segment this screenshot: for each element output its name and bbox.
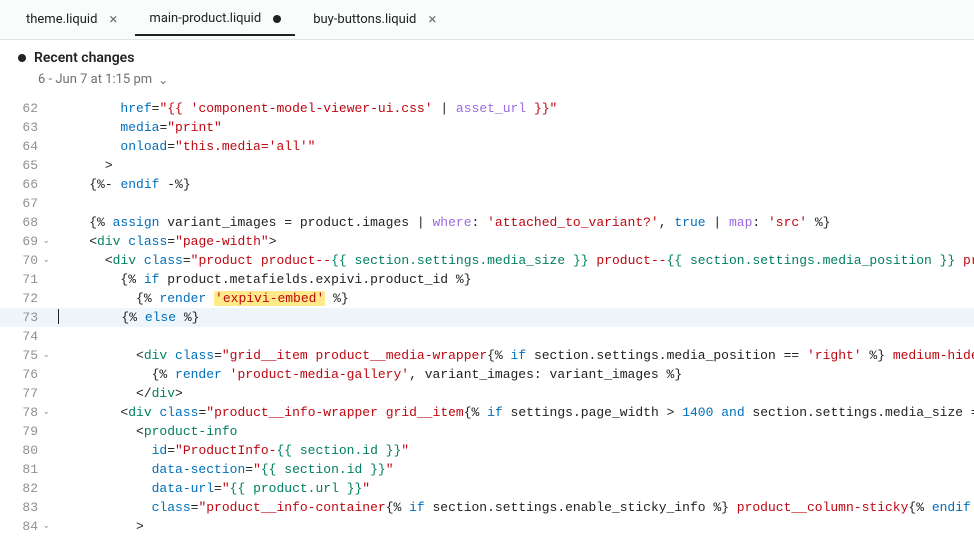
code-line[interactable]: 80 id="ProductInfo-{{ section.id }}" (0, 441, 974, 460)
line-number: 67 (0, 194, 48, 213)
line-number: 78⌄ (0, 403, 48, 422)
code-line[interactable]: 62 href="{{ 'component-model-viewer-ui.c… (0, 99, 974, 118)
bullet-icon (18, 54, 26, 62)
tab-label: main-product.liquid (149, 11, 261, 26)
tab-bar: theme.liquid × main-product.liquid buy-b… (0, 0, 974, 40)
code-line[interactable]: 84⌄ > (0, 517, 974, 536)
line-number: 82 (0, 479, 48, 498)
line-number: 63 (0, 118, 48, 137)
code-line[interactable]: 75⌄ <div class="grid__item product__medi… (0, 346, 974, 365)
line-number: 77 (0, 384, 48, 403)
fold-icon[interactable]: ⌄ (42, 517, 50, 536)
fold-icon[interactable]: ⌄ (42, 403, 50, 422)
line-number: 66 (0, 175, 48, 194)
line-number: 76 (0, 365, 48, 384)
highlighted-text: 'expivi-embed' (214, 291, 325, 306)
line-number: 84⌄ (0, 517, 48, 536)
line-number: 75⌄ (0, 346, 48, 365)
line-number: 80 (0, 441, 48, 460)
code-line[interactable]: 68 {% assign variant_images = product.im… (0, 213, 974, 232)
line-number: 70⌄ (0, 251, 48, 270)
line-number: 83 (0, 498, 48, 517)
line-number: 71 (0, 270, 48, 289)
version-selector[interactable]: 6 - Jun 7 at 1:15 pm ⌄ (18, 66, 956, 95)
code-line[interactable]: 76 {% render 'product-media-gallery', va… (0, 365, 974, 384)
dirty-indicator-icon (273, 15, 281, 23)
close-icon[interactable]: × (109, 12, 117, 27)
line-number: 65 (0, 156, 48, 175)
cursor-icon (58, 309, 59, 324)
close-icon[interactable]: × (428, 12, 436, 27)
code-line[interactable]: 74 (0, 327, 974, 346)
tab-buy-buttons-liquid[interactable]: buy-buttons.liquid × (299, 4, 450, 35)
code-line[interactable]: 71 {% if product.metafields.expivi.produ… (0, 270, 974, 289)
line-number: 73 (0, 308, 48, 327)
code-line[interactable]: 70⌄ <div class="product product--{{ sect… (0, 251, 974, 270)
version-label: 6 - Jun 7 at 1:15 pm (38, 72, 152, 87)
code-line-active[interactable]: 73 {% else %} (0, 308, 974, 327)
code-line[interactable]: 66 {%- endif -%} (0, 175, 974, 194)
code-line[interactable]: 78⌄ <div class="product__info-wrapper gr… (0, 403, 974, 422)
code-line[interactable]: 82 data-url="{{ product.url }}" (0, 479, 974, 498)
fold-icon[interactable]: ⌄ (42, 232, 50, 251)
code-line[interactable]: 79 <product-info (0, 422, 974, 441)
code-line[interactable]: 69⌄ <div class="page-width"> (0, 232, 974, 251)
code-editor[interactable]: 62 href="{{ 'component-model-viewer-ui.c… (0, 99, 974, 536)
code-line[interactable]: 83 class="product__info-container{% if s… (0, 498, 974, 517)
tab-theme-liquid[interactable]: theme.liquid × (12, 4, 131, 35)
tab-main-product-liquid[interactable]: main-product.liquid (135, 3, 295, 36)
line-number: 79 (0, 422, 48, 441)
line-number: 81 (0, 460, 48, 479)
line-number: 68 (0, 213, 48, 232)
fold-icon[interactable]: ⌄ (42, 251, 50, 270)
line-number: 64 (0, 137, 48, 156)
recent-changes-title: Recent changes (34, 50, 134, 66)
line-number: 62 (0, 99, 48, 118)
code-line[interactable]: 77 </div> (0, 384, 974, 403)
code-line[interactable]: 64 onload="this.media='all'" (0, 137, 974, 156)
recent-changes-panel: Recent changes 6 - Jun 7 at 1:15 pm ⌄ (0, 40, 974, 99)
fold-icon[interactable]: ⌄ (42, 346, 50, 365)
tab-label: buy-buttons.liquid (313, 12, 416, 27)
code-line[interactable]: 72 {% render 'expivi-embed' %} (0, 289, 974, 308)
tab-label: theme.liquid (26, 12, 97, 27)
line-number: 72 (0, 289, 48, 308)
code-line[interactable]: 67 (0, 194, 974, 213)
chevron-down-icon: ⌄ (158, 73, 168, 87)
code-line[interactable]: 65 > (0, 156, 974, 175)
line-number: 74 (0, 327, 48, 346)
code-line[interactable]: 63 media="print" (0, 118, 974, 137)
line-number: 69⌄ (0, 232, 48, 251)
code-line[interactable]: 81 data-section="{{ section.id }}" (0, 460, 974, 479)
